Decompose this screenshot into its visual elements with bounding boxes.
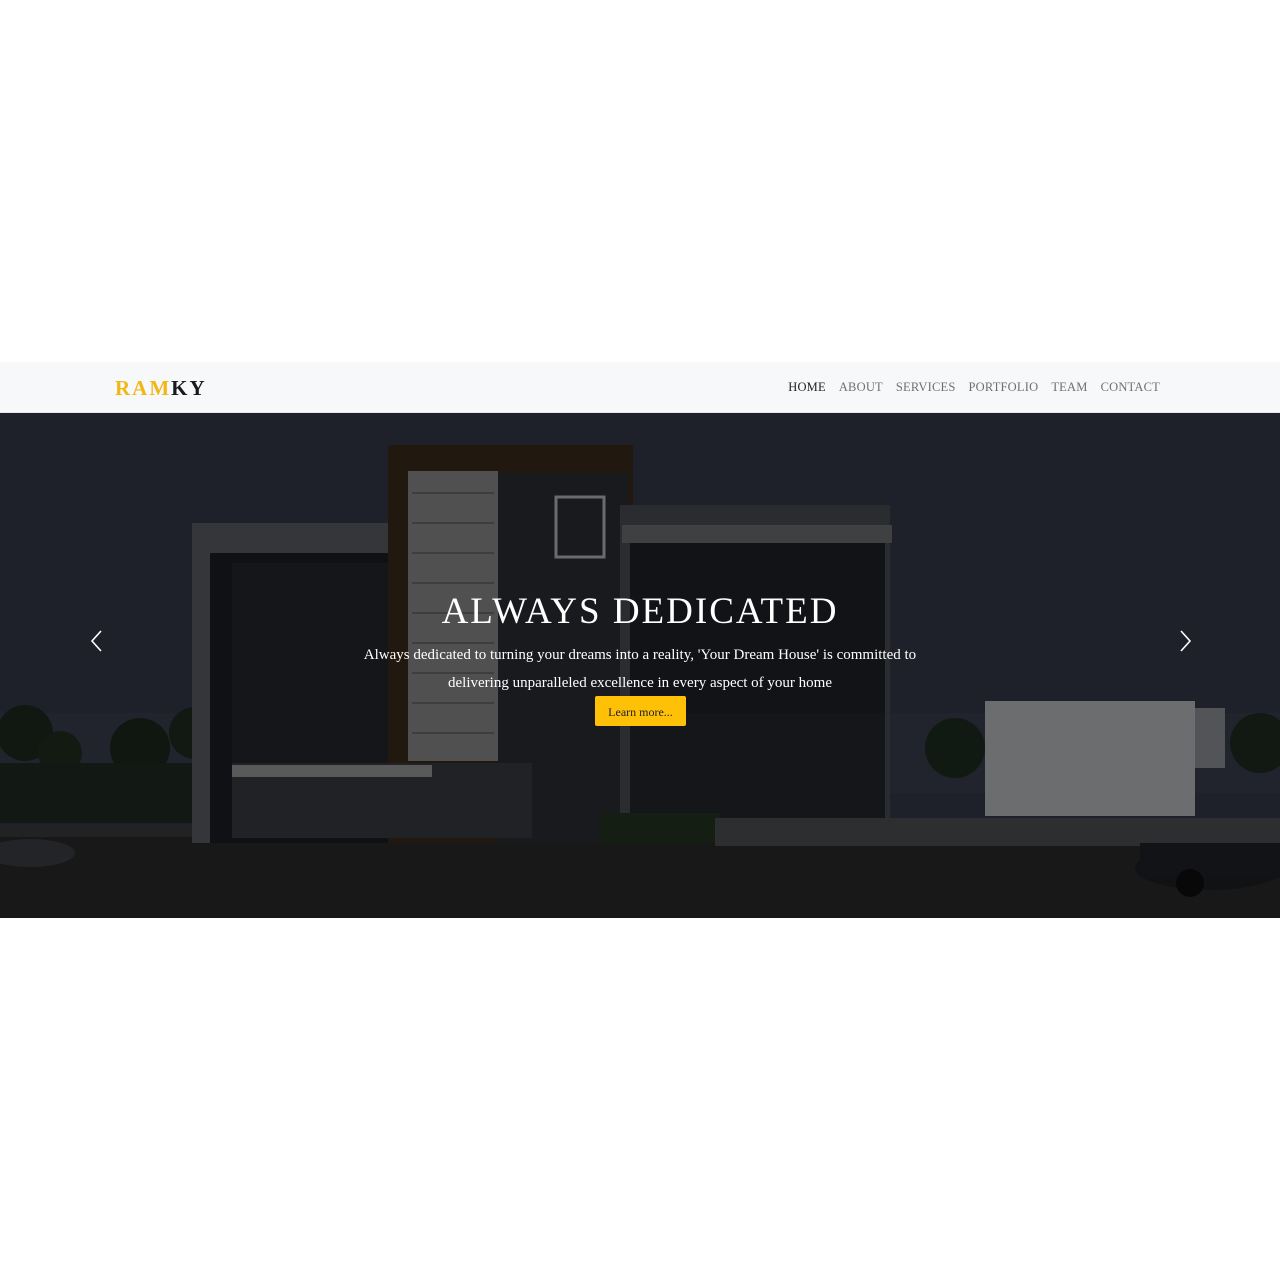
hero-carousel: ALWAYS DEDICATED Always dedicated to tur…: [0, 413, 1280, 918]
hero-description: Always dedicated to turning your dreams …: [363, 647, 917, 691]
brand-part-dark: KY: [171, 376, 207, 400]
brand-part-accent: RAM: [115, 376, 172, 400]
brand-logo[interactable]: RAMKY: [115, 376, 207, 400]
nav-item-team[interactable]: TEAM: [1051, 380, 1087, 395]
page: RAMKY HOME ABOUT SERVICES PORTFOLIO TEAM…: [0, 0, 1280, 1280]
nav-links: HOME ABOUT SERVICES PORTFOLIO TEAM CONTA…: [775, 362, 1160, 413]
nav-item-contact[interactable]: CONTACT: [1101, 380, 1160, 395]
navbar: RAMKY HOME ABOUT SERVICES PORTFOLIO TEAM…: [0, 362, 1280, 413]
nav-item-about[interactable]: ABOUT: [839, 380, 883, 395]
nav-item-services[interactable]: SERVICES: [896, 380, 956, 395]
hero-title: ALWAYS DEDICATED: [441, 591, 839, 632]
nav-item-home[interactable]: HOME: [788, 380, 826, 395]
learn-more-button[interactable]: Learn more...: [595, 696, 686, 726]
nav-item-portfolio[interactable]: PORTFOLIO: [969, 380, 1039, 395]
